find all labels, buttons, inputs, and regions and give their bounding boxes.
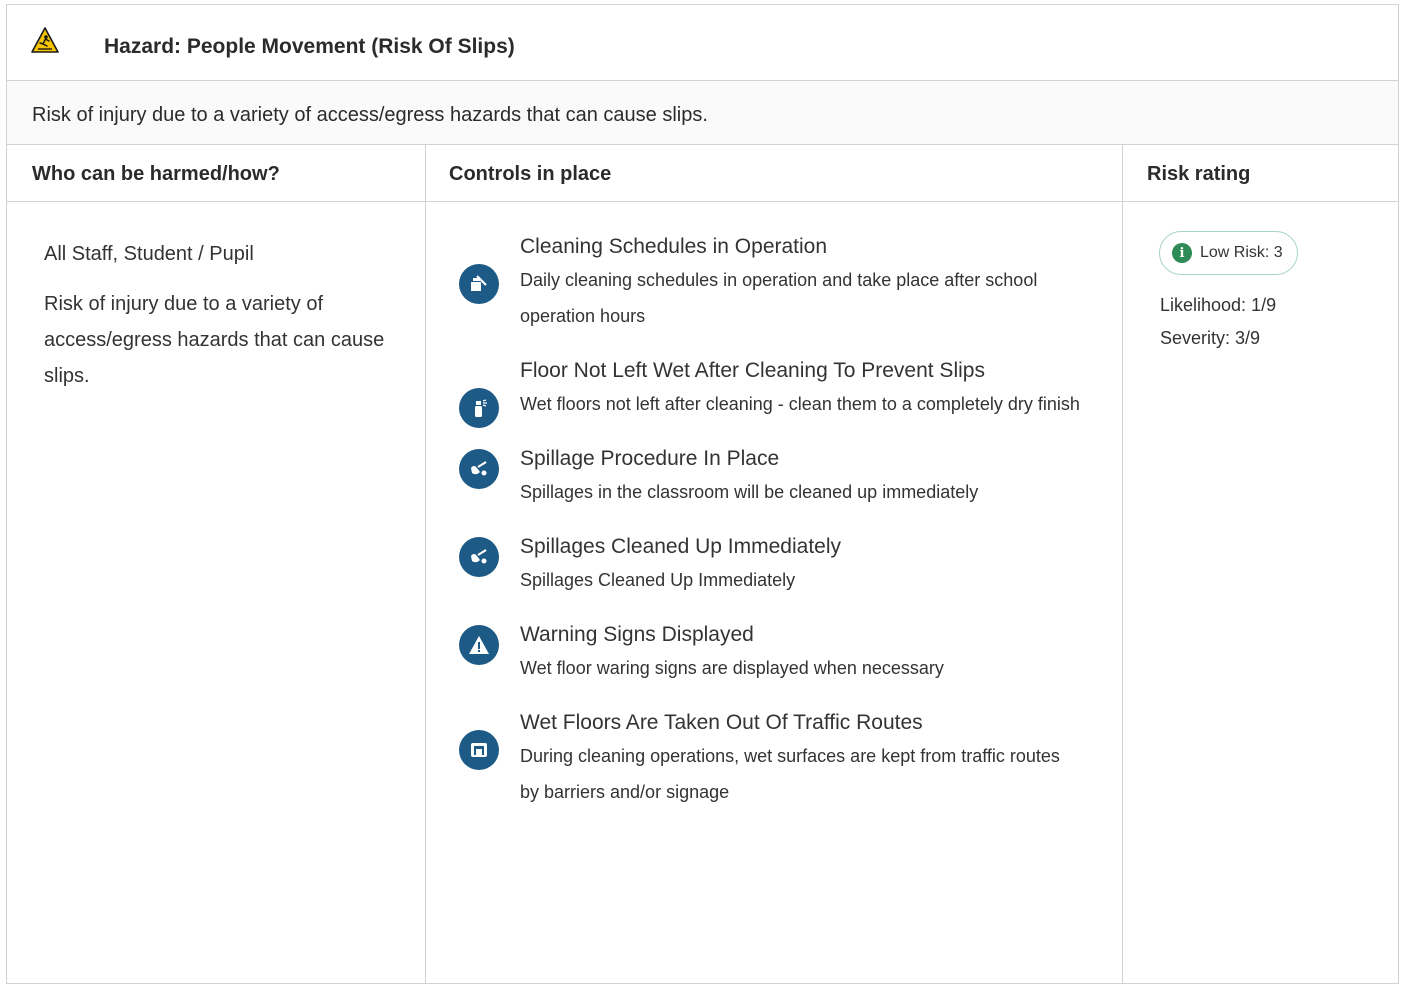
risk-badge[interactable]: i Low Risk: 3: [1159, 231, 1298, 275]
risk-details: Likelihood: 1/9 Severity: 3/9: [1160, 289, 1298, 355]
column-header-controls: Controls in place: [449, 163, 612, 185]
hazard-description: Risk of injury due to a variety of acces…: [32, 104, 708, 126]
control-title: Cleaning Schedules in Operation: [520, 235, 828, 258]
control-description: During cleaning operations, wet surfaces…: [520, 746, 1060, 802]
hazard-body-row: All Staff, Student / Pupil Risk of injur…: [7, 202, 1398, 983]
spray-bottle-icon: [459, 388, 499, 428]
harm-description: Risk of injury due to a variety of acces…: [44, 293, 385, 387]
control-item: Warning Signs Displayed Wet floor waring…: [459, 620, 1099, 686]
control-description: Wet floor waring signs are displayed whe…: [520, 658, 944, 678]
who-harmed-cell: All Staff, Student / Pupil Risk of injur…: [44, 236, 394, 394]
control-item: Floor Not Left Wet After Cleaning To Pre…: [459, 356, 1099, 428]
control-title: Wet Floors Are Taken Out Of Traffic Rout…: [520, 711, 923, 734]
control-item: Cleaning Schedules in Operation Daily cl…: [459, 232, 1099, 334]
control-title: Floor Not Left Wet After Cleaning To Pre…: [520, 359, 985, 382]
likelihood-value: Likelihood: 1/9: [1160, 295, 1277, 315]
control-item: Wet Floors Are Taken Out Of Traffic Rout…: [459, 708, 1099, 810]
control-title: Warning Signs Displayed: [520, 623, 754, 646]
affected-groups: All Staff, Student / Pupil: [44, 243, 254, 265]
control-description: Wet floors not left after cleaning - cle…: [520, 394, 1080, 414]
cleaning-schedule-icon: [459, 264, 499, 304]
slip-hazard-warning-icon: [31, 27, 59, 53]
warning-triangle-icon: [459, 625, 499, 665]
hazard-description-row: Risk of injury due to a variety of acces…: [7, 81, 1398, 145]
risk-rating-cell: i Low Risk: 3 Likelihood: 1/9 Severity: …: [1159, 231, 1298, 355]
hazard-card: Hazard: People Movement (Risk Of Slips) …: [6, 4, 1399, 984]
control-description: Spillages in the classroom will be clean…: [520, 482, 979, 502]
spillage-wipe-icon: [459, 537, 499, 577]
controls-list: Cleaning Schedules in Operation Daily cl…: [459, 232, 1099, 832]
info-icon: i: [1172, 243, 1192, 263]
control-description: Spillages Cleaned Up Immediately: [520, 570, 796, 590]
risk-badge-label: Low Risk: 3: [1200, 244, 1283, 261]
hazard-title: Hazard: People Movement (Risk Of Slips): [104, 35, 515, 58]
column-header-row: Who can be harmed/how? Controls in place…: [7, 145, 1398, 202]
control-title: Spillage Procedure In Place: [520, 447, 780, 470]
barrier-icon: [459, 730, 499, 770]
column-header-who: Who can be harmed/how?: [32, 163, 280, 185]
spillage-wipe-icon: [459, 449, 499, 489]
severity-value: Severity: 3/9: [1160, 328, 1261, 348]
control-description: Daily cleaning schedules in operation an…: [520, 270, 1038, 326]
control-item: Spillages Cleaned Up Immediately Spillag…: [459, 532, 1099, 598]
hazard-header: Hazard: People Movement (Risk Of Slips): [7, 5, 1398, 81]
control-item: Spillage Procedure In Place Spillages in…: [459, 444, 1099, 510]
control-title: Spillages Cleaned Up Immediately: [520, 535, 841, 558]
column-header-risk: Risk rating: [1147, 163, 1251, 185]
